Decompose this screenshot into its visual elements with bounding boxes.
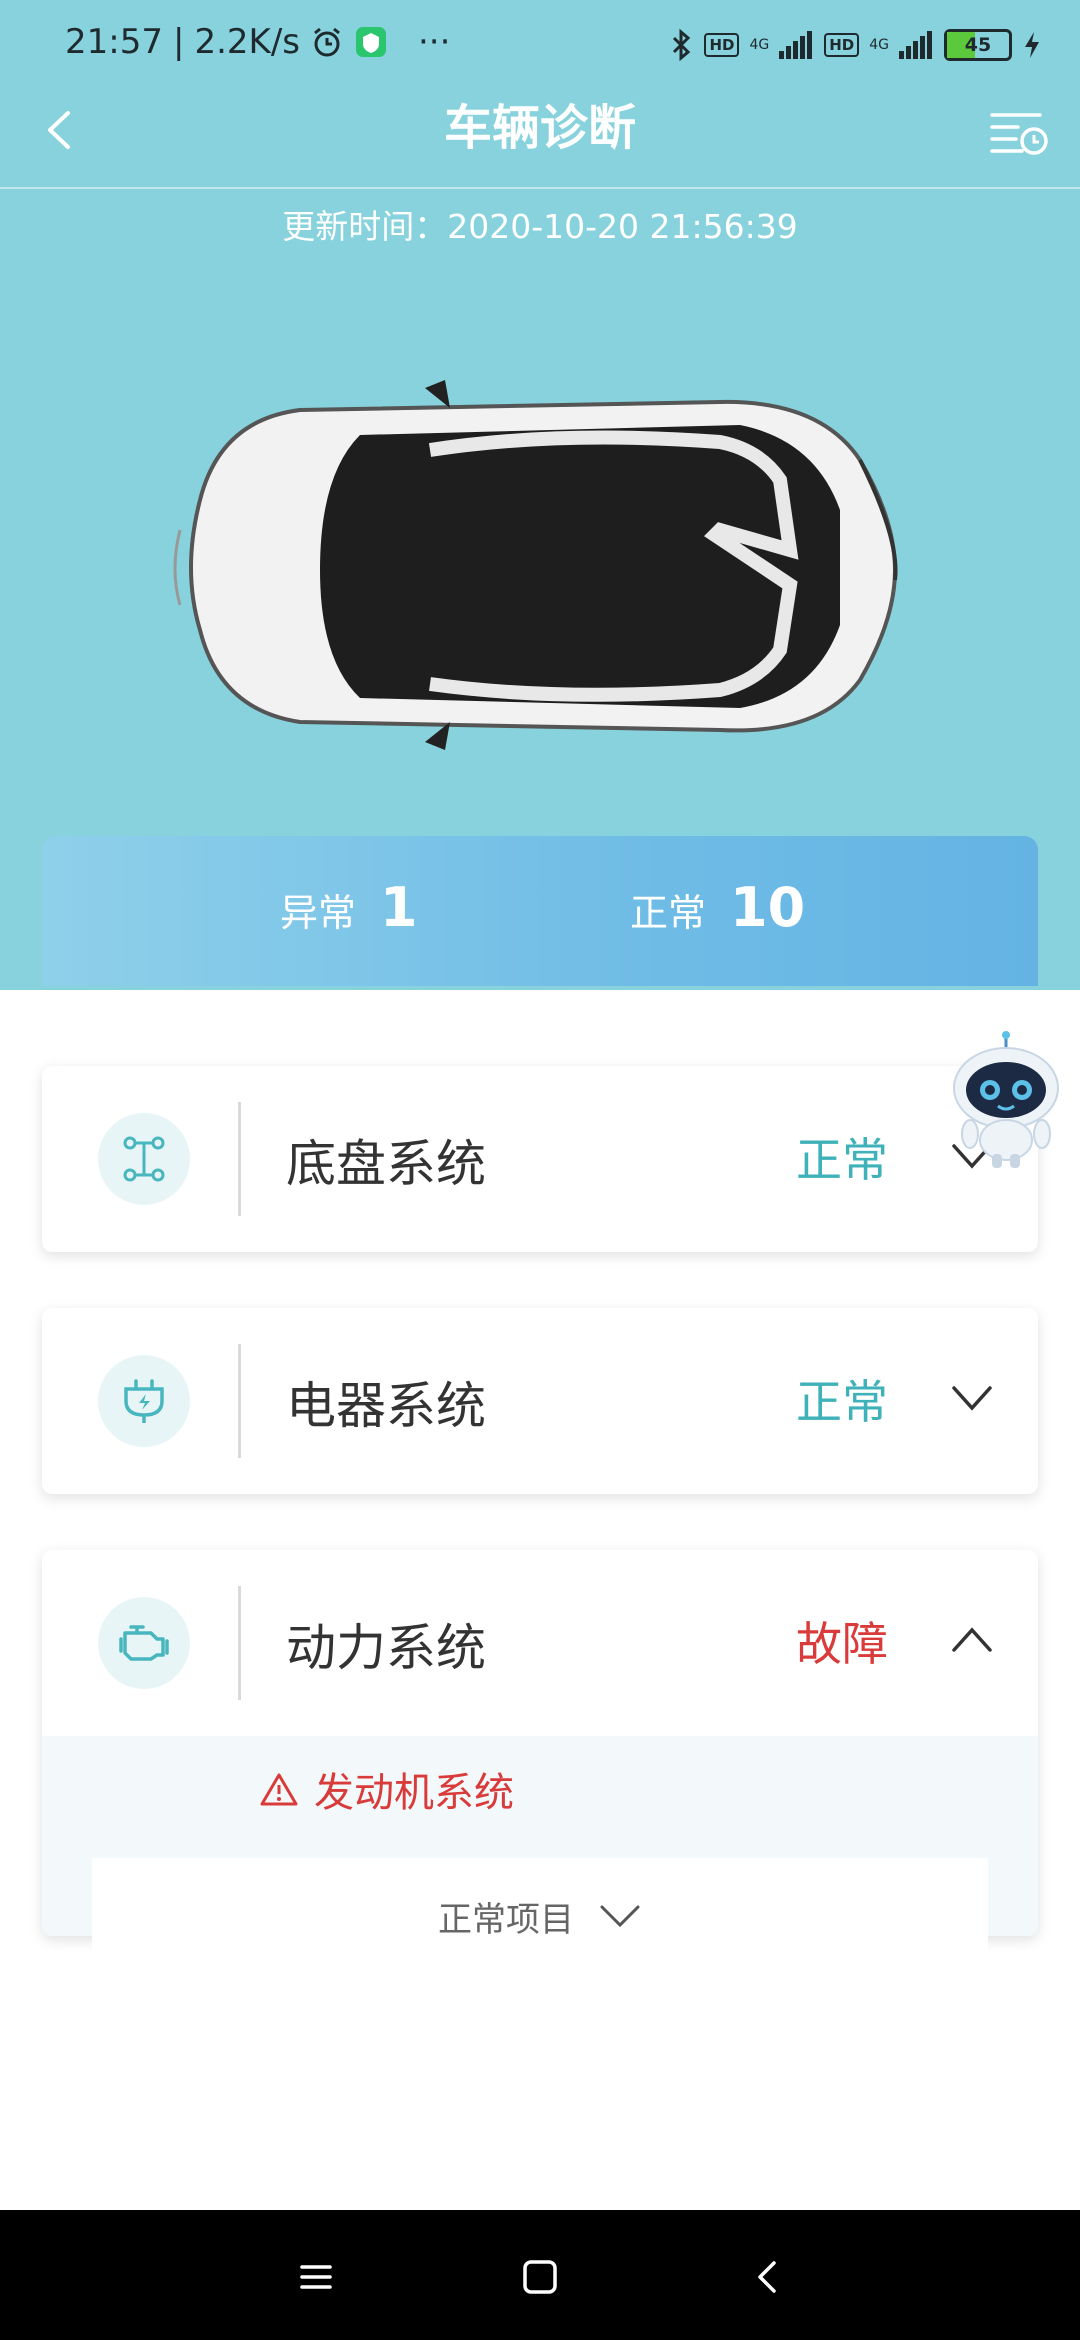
chevron-down-icon[interactable] — [948, 1378, 996, 1418]
hd-badge-1: HD — [704, 33, 740, 57]
network-type-2: 4G — [869, 37, 889, 53]
charging-icon — [1025, 32, 1039, 58]
fault-item-label: 发动机系统 — [314, 1770, 514, 1816]
normal-items-toggle[interactable]: 正常项目 — [92, 1858, 988, 1974]
car-top-view-image — [173, 380, 898, 750]
electrical-icon-wrapper — [98, 1355, 190, 1447]
recent-apps-icon[interactable] — [294, 2255, 338, 2299]
electrical-plug-icon — [124, 1379, 164, 1423]
signal-icon-2 — [899, 31, 934, 59]
system-name: 电器系统 — [286, 1377, 486, 1435]
system-card-chassis[interactable]: 底盘系统 正常 — [42, 1066, 1038, 1252]
chassis-icon — [123, 1136, 165, 1182]
normal-count: 10 — [730, 876, 806, 939]
diagnosis-summary: 异常 1 正常 10 — [42, 836, 1038, 986]
normal-label: 正常 — [630, 891, 707, 935]
fault-item[interactable]: 发动机系统 — [260, 1760, 988, 1818]
status-time: 21:57 — [65, 22, 163, 62]
robot-assistant-icon[interactable] — [948, 1030, 1070, 1170]
system-card-electrical[interactable]: 电器系统 正常 — [42, 1308, 1038, 1494]
signal-icon-1 — [779, 31, 814, 59]
network-type-1: 4G — [749, 37, 770, 53]
chassis-icon-wrapper — [98, 1113, 190, 1205]
abnormal-label: 异常 — [280, 891, 357, 935]
system-status: 正常 — [796, 1375, 888, 1429]
nav-bar: 车辆诊断 — [0, 95, 1080, 189]
app-notification-icon — [356, 27, 386, 57]
abnormal-count: 1 — [380, 876, 418, 939]
abnormal-stat: 异常 1 — [280, 876, 418, 939]
page-title: 车辆诊断 — [443, 100, 636, 156]
hd-badge-2: HD — [824, 33, 860, 57]
home-icon[interactable] — [518, 2255, 562, 2299]
battery-icon: 45 — [944, 29, 1012, 61]
engine-icon — [119, 1625, 169, 1661]
network-speed: 2.2K/s — [194, 22, 300, 62]
system-name: 底盘系统 — [286, 1135, 486, 1193]
status-bar: 21:57 | 2.2K/s ··· HD 4G HD 4G 45 — [0, 0, 1080, 95]
system-card-powertrain[interactable]: 动力系统 故障 发动机系统 正常项目 — [42, 1550, 1038, 1974]
engine-icon-wrapper — [98, 1597, 190, 1689]
history-list-icon[interactable] — [988, 107, 1050, 157]
system-status: 正常 — [796, 1133, 888, 1187]
system-name: 动力系统 — [286, 1619, 486, 1677]
battery-level: 45 — [964, 34, 992, 56]
warning-icon — [260, 1773, 298, 1806]
system-status: 故障 — [796, 1617, 888, 1671]
chevron-up-icon[interactable] — [948, 1620, 996, 1660]
normal-stat: 正常 10 — [630, 876, 805, 939]
system-nav-bar — [0, 2210, 1080, 2340]
more-notifications-icon: ··· — [418, 22, 451, 62]
system-back-icon[interactable] — [746, 2255, 790, 2299]
alarm-icon — [314, 27, 340, 57]
update-time: 更新时间：2020-10-20 21:56:39 — [282, 207, 798, 246]
normal-items-label: 正常项目 — [438, 1899, 574, 1940]
chevron-down-icon — [600, 1905, 640, 1928]
bluetooth-icon — [673, 28, 691, 62]
powertrain-detail-panel: 发动机系统 正常项目 — [42, 1736, 1038, 1974]
